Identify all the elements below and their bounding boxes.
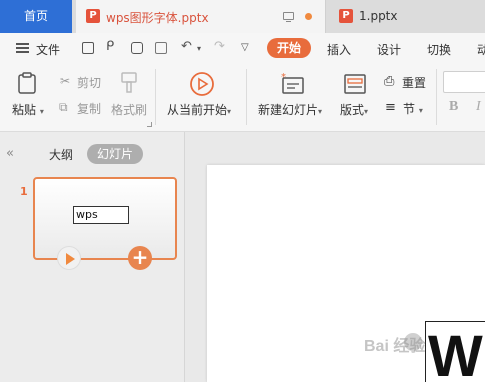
collapse-panel-icon[interactable]: «	[6, 146, 14, 161]
format-painter-icon[interactable]	[118, 71, 140, 95]
copy-icon[interactable]: ⧉	[59, 100, 68, 115]
layout-button[interactable]: 版式▾	[340, 101, 368, 118]
unsaved-dot-icon	[305, 13, 312, 20]
start-from-current-button[interactable]: 从当前开始▾	[167, 101, 231, 118]
ribbon-separator	[155, 69, 156, 125]
italic-button[interactable]: I	[476, 99, 481, 115]
tab-slides[interactable]: 幻灯片	[87, 144, 143, 164]
bold-button[interactable]: B	[449, 99, 458, 115]
slide-thumbnail[interactable]: wps +	[33, 177, 177, 270]
tab-document-2[interactable]: P 1.pptx	[331, 0, 485, 33]
file-menu[interactable]: 文件	[36, 41, 60, 58]
section-icon[interactable]: ≡	[385, 100, 396, 115]
tab-animation[interactable]: 动	[477, 41, 485, 58]
tab-document-title: wps图形字体.pptx	[106, 11, 209, 25]
print-preview-icon[interactable]: ᑭ	[106, 39, 114, 54]
new-slide-icon[interactable]: *	[280, 71, 306, 97]
redo-icon[interactable]: ↷	[214, 39, 225, 54]
tab-start[interactable]: 开始	[267, 38, 311, 58]
svg-text:*: *	[281, 72, 286, 83]
watermark-paw-icon	[404, 333, 422, 351]
export-pdf-icon[interactable]	[155, 42, 167, 54]
ppt-file-icon: P	[86, 9, 100, 23]
tab-document-2-title: 1.pptx	[359, 9, 398, 23]
reset-button[interactable]: 重置	[402, 74, 426, 91]
slide-textbox[interactable]: W	[425, 321, 485, 382]
thumbnail-textbox: wps	[73, 206, 129, 224]
clipboard-dialog-launcher-icon[interactable]	[147, 122, 152, 127]
tab-transition[interactable]: 切换	[427, 41, 451, 58]
layout-icon[interactable]	[343, 72, 367, 96]
ribbon-separator	[436, 69, 437, 125]
customize-dropdown-icon[interactable]: ▽	[241, 42, 249, 53]
monitor-icon[interactable]	[283, 12, 294, 22]
tab-home[interactable]: 首页	[0, 0, 72, 33]
reset-icon[interactable]: ⎙	[384, 74, 394, 89]
paste-icon[interactable]	[16, 71, 40, 95]
copy-button[interactable]: 复制	[77, 100, 101, 117]
add-slide-icon[interactable]: +	[128, 246, 152, 270]
new-slide-button[interactable]: 新建幻灯片▾	[258, 101, 322, 118]
section-button[interactable]: 节 ▾	[403, 100, 423, 117]
slide-number: 1	[20, 185, 28, 198]
paste-button[interactable]: 粘贴 ▾	[12, 101, 44, 118]
font-name-input[interactable]	[443, 71, 485, 93]
tab-design[interactable]: 设计	[377, 41, 401, 58]
undo-icon[interactable]: ↶	[181, 39, 192, 54]
editing-canvas: W	[186, 132, 485, 382]
scissors-icon[interactable]: ✂	[60, 74, 70, 88]
slide-text: W	[428, 324, 483, 382]
slide-panel: « 大纲 幻灯片 1 wps +	[0, 132, 185, 382]
ribbon-toolbar: 粘贴 ▾ ✂ 剪切 ⧉ 复制 格式刷 从当前开始▾ * 新建幻灯片▾ 版式▾ ⎙…	[0, 63, 485, 132]
print-icon[interactable]	[131, 42, 143, 54]
ribbon-separator	[246, 69, 247, 125]
tab-bar: 首页 P wps图形字体.pptx P 1.pptx	[0, 0, 485, 33]
save-icon[interactable]	[82, 42, 94, 54]
ppt-file-icon: P	[339, 9, 353, 23]
play-slide-icon[interactable]	[57, 246, 81, 270]
undo-dropdown-icon[interactable]: ▾	[197, 44, 201, 53]
hamburger-menu-icon[interactable]	[16, 43, 29, 53]
slide-page[interactable]: W	[207, 165, 485, 382]
cut-button[interactable]: 剪切	[77, 74, 101, 91]
menu-bar: 文件 ᑭ ↶ ▾ ↷ ▽ 开始 插入 设计 切换 动	[0, 33, 485, 63]
tab-insert[interactable]: 插入	[327, 41, 351, 58]
play-slideshow-icon[interactable]	[189, 71, 215, 97]
format-painter-button[interactable]: 格式刷	[111, 101, 147, 118]
tab-outline[interactable]: 大纲	[49, 146, 73, 163]
